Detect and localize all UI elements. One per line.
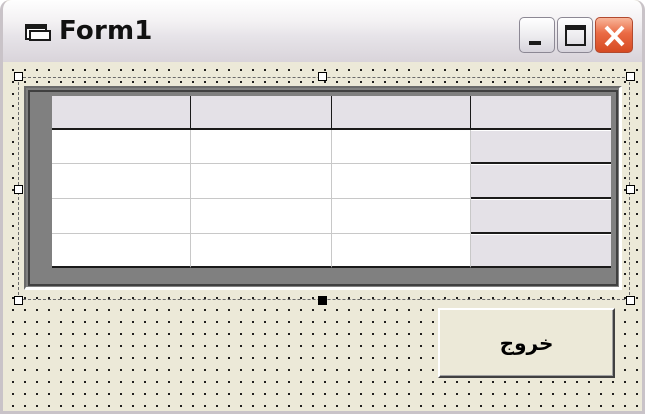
resize-handle-right[interactable]	[626, 185, 635, 194]
grid-fixed-cell[interactable]	[471, 164, 611, 199]
grid-cell[interactable]	[52, 199, 191, 234]
grid-header-cell[interactable]	[191, 96, 332, 130]
minimize-icon	[529, 41, 541, 45]
grid-cell[interactable]	[191, 234, 332, 268]
grid-fixed-cell[interactable]	[471, 199, 611, 234]
resize-handle-bottom[interactable]	[318, 296, 327, 305]
grid-cell[interactable]	[332, 130, 471, 164]
window-title: Form1	[59, 16, 153, 46]
resize-handle-top-left[interactable]	[14, 72, 23, 81]
title-bar[interactable]: Form1	[3, 0, 642, 62]
grid-cell[interactable]	[332, 234, 471, 268]
grid-cell[interactable]	[191, 164, 332, 199]
minimize-button[interactable]	[519, 17, 555, 53]
grid-cell[interactable]	[191, 130, 332, 164]
grid-cell[interactable]	[332, 164, 471, 199]
grid-cell[interactable]	[52, 234, 191, 268]
close-button[interactable]	[595, 17, 633, 53]
exit-button[interactable]: خروج	[438, 308, 615, 378]
maximize-icon	[565, 25, 586, 46]
grid-cell[interactable]	[191, 199, 332, 234]
resize-handle-bottom-right[interactable]	[626, 296, 635, 305]
resize-handle-top[interactable]	[318, 72, 327, 81]
maximize-button[interactable]	[557, 17, 593, 53]
grid-header-cell[interactable]	[332, 96, 471, 130]
grid-cell[interactable]	[332, 199, 471, 234]
grid-fixed-cell[interactable]	[471, 234, 611, 268]
resize-handle-top-right[interactable]	[626, 72, 635, 81]
form-window-icon	[25, 22, 51, 42]
close-icon	[604, 25, 625, 47]
grid-cell[interactable]	[52, 130, 191, 164]
grid-cell[interactable]	[52, 164, 191, 199]
resize-handle-left[interactable]	[14, 185, 23, 194]
grid-fixed-cell[interactable]	[471, 130, 611, 164]
resize-handle-bottom-left[interactable]	[14, 296, 23, 305]
grid-header-cell[interactable]	[52, 96, 191, 130]
grid-fixed-header-cell[interactable]	[471, 96, 611, 130]
flex-grid[interactable]	[24, 86, 622, 290]
